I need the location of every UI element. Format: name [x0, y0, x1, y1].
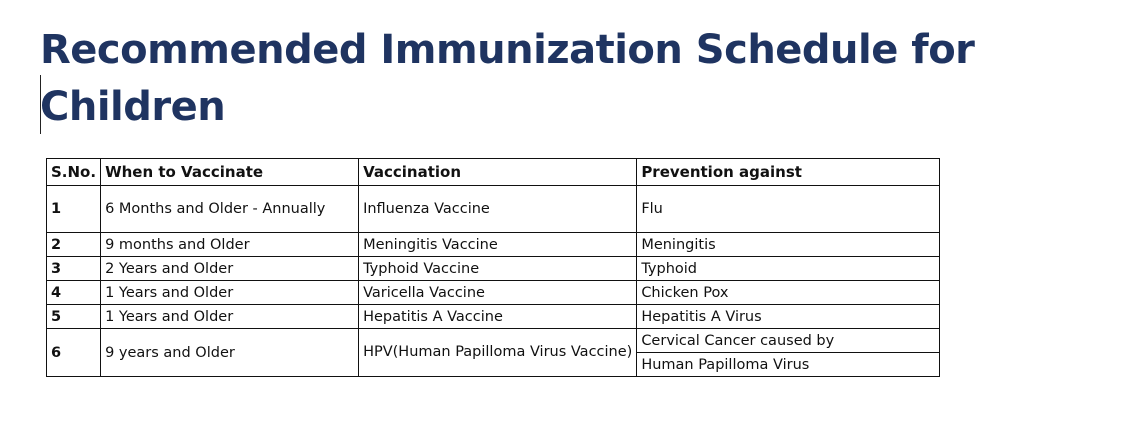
table-header-row: S.No. When to Vaccinate Vaccination Prev…	[45, 158, 941, 186]
cell-prevention: Flu	[636, 185, 941, 233]
cell-sno: 2	[45, 232, 102, 257]
text-cursor	[40, 75, 41, 134]
header-when: When to Vaccinate	[100, 158, 360, 186]
cell-vaccination: Typhoid Vaccine	[358, 256, 638, 281]
table-row: 4 1 Years and Older Varicella Vaccine Ch…	[45, 280, 941, 305]
cell-prevention-line2: Human Papilloma Virus	[636, 352, 941, 377]
cell-prevention-line1: Cervical Cancer caused by	[636, 328, 941, 353]
cell-sno: 1	[45, 185, 102, 233]
cell-when: 9 months and Older	[100, 232, 360, 257]
header-prevention: Prevention against	[636, 158, 941, 186]
cell-prevention: Meningitis	[636, 232, 941, 257]
cell-sno: 5	[45, 304, 102, 329]
cell-vaccination: Hepatitis A Vaccine	[358, 304, 638, 329]
cell-when: 2 Years and Older	[100, 256, 360, 281]
cell-prevention: Chicken Pox	[636, 280, 941, 305]
header-vaccination: Vaccination	[358, 158, 638, 186]
table-row: 1 6 Months and Older - Annually Influenz…	[45, 185, 941, 233]
cell-when: 1 Years and Older	[100, 280, 360, 305]
cell-sno: 6	[45, 328, 102, 377]
page-title: Recommended Immunization Schedule for Ch…	[40, 27, 975, 130]
cell-vaccination: Meningitis Vaccine	[358, 232, 638, 257]
table-row: 5 1 Years and Older Hepatitis A Vaccine …	[45, 304, 941, 329]
cell-when: 6 Months and Older - Annually	[100, 185, 360, 233]
immunization-table: S.No. When to Vaccinate Vaccination Prev…	[45, 158, 941, 377]
cell-prevention: Typhoid	[636, 256, 941, 281]
table-row: 2 9 months and Older Meningitis Vaccine …	[45, 232, 941, 257]
document-page: Recommended Immunization Schedule for Ch…	[0, 0, 1125, 431]
table-row: 6 9 years and Older HPV(Human Papilloma …	[45, 328, 941, 377]
cell-prevention: Hepatitis A Virus	[636, 304, 941, 329]
cell-sno: 3	[45, 256, 102, 281]
cell-vaccination: Varicella Vaccine	[358, 280, 638, 305]
cell-vaccination: Influenza Vaccine	[358, 185, 638, 233]
cell-vaccination: HPV(Human Papilloma Virus Vaccine)	[358, 328, 638, 377]
cell-when: 1 Years and Older	[100, 304, 360, 329]
header-sno: S.No.	[45, 158, 102, 186]
table-row: 3 2 Years and Older Typhoid Vaccine Typh…	[45, 256, 941, 281]
cell-sno: 4	[45, 280, 102, 305]
cell-when: 9 years and Older	[100, 328, 360, 377]
